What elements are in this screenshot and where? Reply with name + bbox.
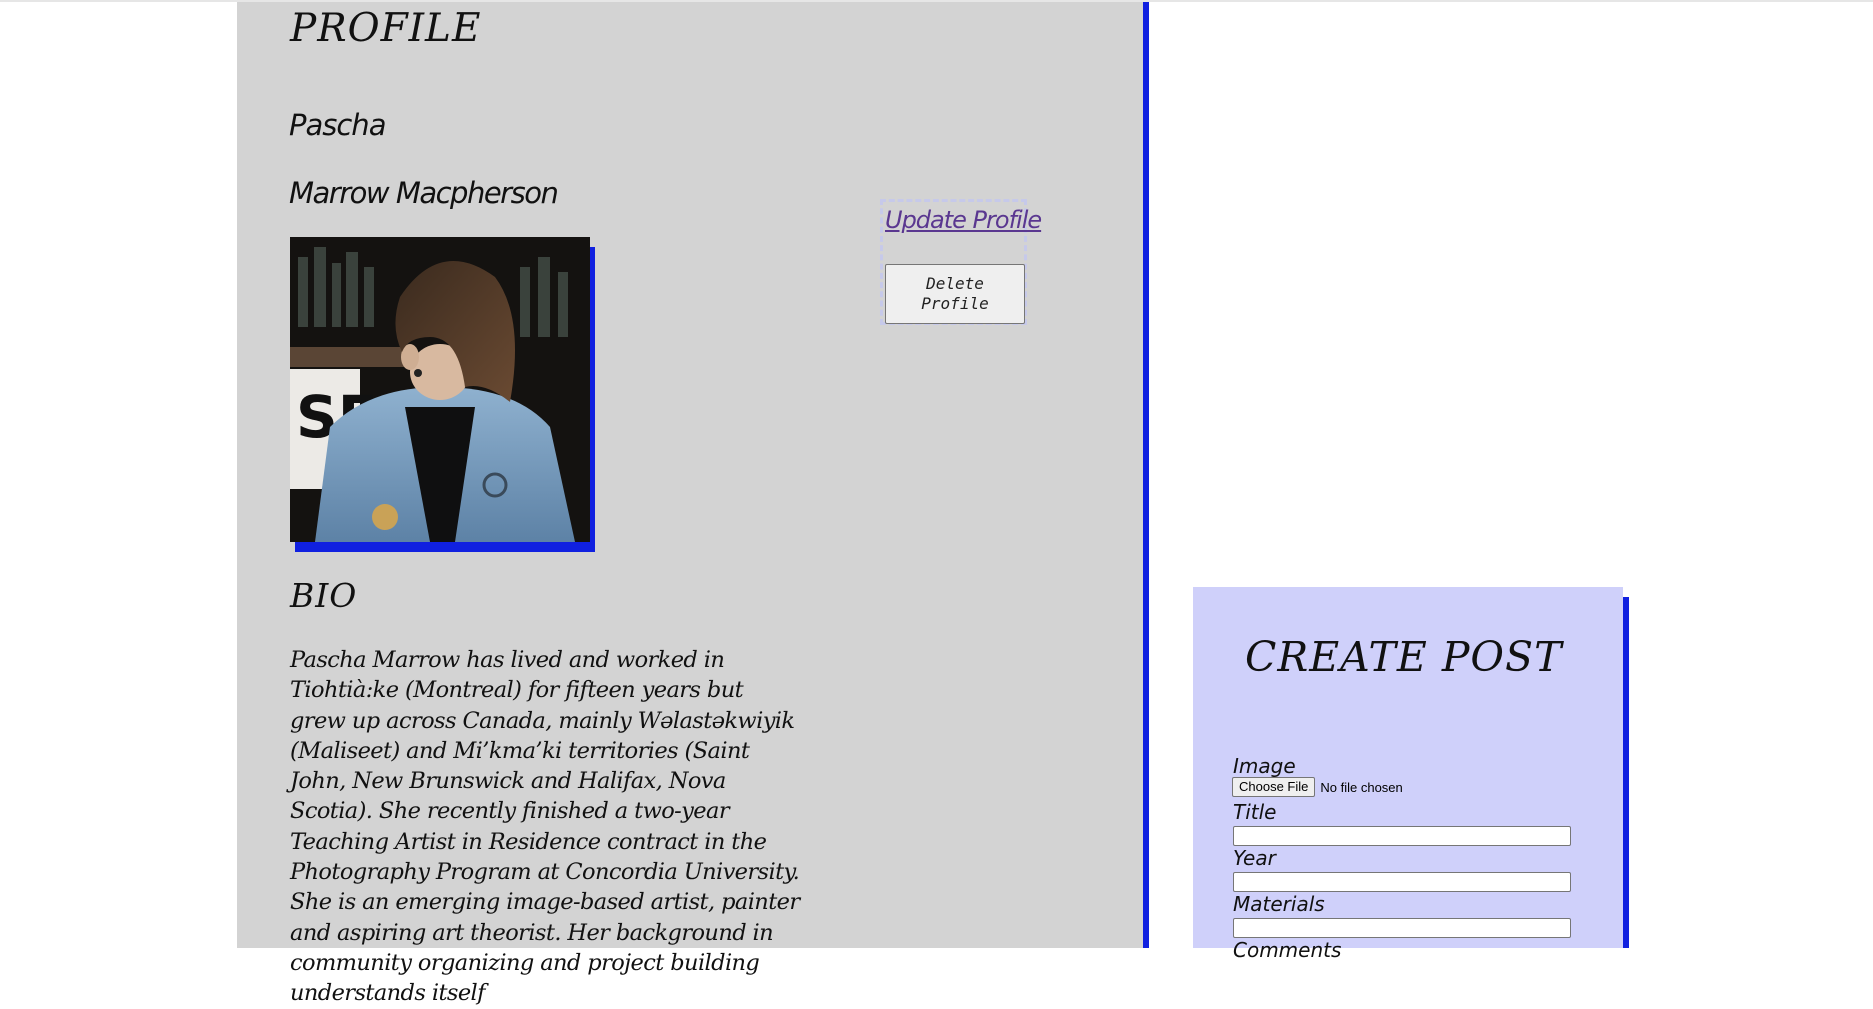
profile-first-name: Pascha	[289, 108, 386, 142]
file-status: No file chosen	[1320, 779, 1403, 795]
materials-label: Materials	[1233, 892, 1325, 916]
create-post-heading: CREATE POST	[1245, 633, 1563, 681]
materials-input[interactable]	[1233, 918, 1571, 938]
delete-profile-button[interactable]: Delete Profile	[885, 264, 1025, 324]
bio-text: Pascha Marrow has lived and worked in Ti…	[290, 647, 800, 1007]
image-file-input[interactable]: Choose File No file chosen	[1232, 777, 1403, 797]
update-profile-link[interactable]: Update Profile	[885, 206, 1042, 234]
profile-heading: PROFILE	[290, 6, 482, 51]
year-label: Year	[1233, 846, 1276, 870]
profile-photo: SE	[290, 237, 590, 542]
profile-full-name: Marrow Macpherson	[289, 176, 559, 210]
choose-file-button[interactable]: Choose File	[1232, 777, 1316, 797]
panel-divider	[1143, 2, 1149, 948]
year-input[interactable]	[1233, 872, 1571, 892]
title-input[interactable]	[1233, 826, 1571, 846]
bio-heading: BIO	[290, 576, 358, 615]
image-label: Image	[1233, 754, 1296, 778]
title-label: Title	[1233, 800, 1277, 824]
comments-label: Comments	[1233, 938, 1342, 962]
